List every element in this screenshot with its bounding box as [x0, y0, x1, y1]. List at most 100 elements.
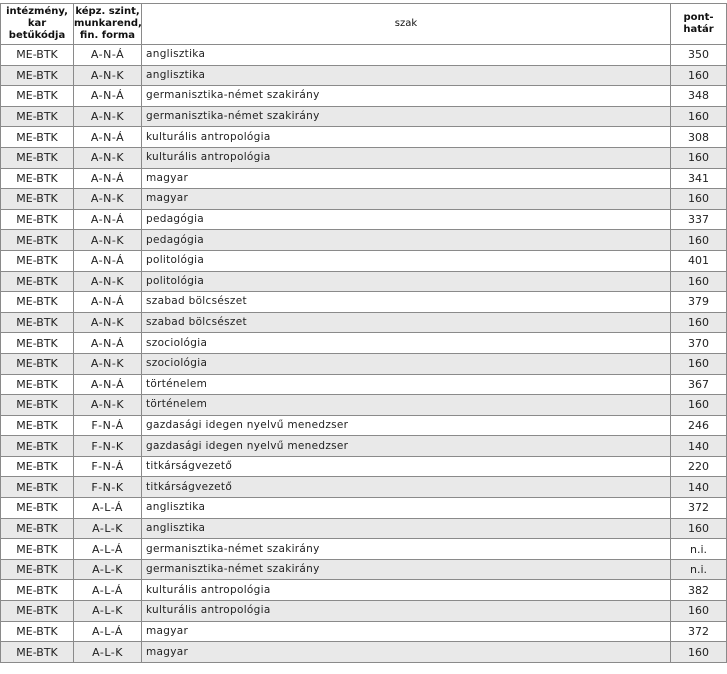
points-cell: 160: [670, 311, 727, 334]
points-cell: 372: [670, 620, 727, 643]
table-row: ME-BTK A-N-K germanisztika-német szakirány…: [0, 105, 727, 128]
program-cell: anglisztika: [141, 497, 671, 519]
points-cell: 160: [670, 600, 727, 622]
points-cell: 160: [670, 517, 727, 540]
training-form-cell: F-N-K: [73, 476, 142, 499]
institution-cell: ME-BTK: [0, 332, 74, 354]
table-row: ME-BTK F-N-K gazdasági idegen nyelvű mened…: [0, 435, 727, 457]
training-form-cell: A-L-Á: [73, 620, 142, 643]
points-cell: 160: [670, 64, 727, 87]
institution-cell: ME-BTK: [0, 229, 74, 251]
table-header-row: intézmény, kar betűkódja képz. szint, mu…: [0, 3, 727, 45]
points-cell: 308: [670, 126, 727, 148]
header-training-form: képz. szint, munkarend, fin. forma: [73, 3, 142, 45]
training-form-cell: A-N-K: [73, 64, 142, 87]
points-cell: 341: [670, 167, 727, 190]
training-form-cell: A-N-Á: [73, 208, 142, 231]
institution-cell: ME-BTK: [0, 64, 74, 87]
institution-cell: ME-BTK: [0, 558, 74, 581]
training-form-cell: A-L-K: [73, 600, 142, 622]
training-form-cell: A-N-Á: [73, 249, 142, 272]
training-form-cell: A-L-Á: [73, 497, 142, 519]
table-row: ME-BTK F-N-Á titkárságvezető 220: [0, 455, 727, 478]
table-row: ME-BTK A-N-Á szabad bölcsészet 379: [0, 291, 727, 313]
table-row: ME-BTK A-L-Á anglisztika 372: [0, 497, 727, 519]
institution-cell: ME-BTK: [0, 435, 74, 457]
points-cell: n.i.: [670, 538, 727, 560]
program-cell: politológia: [141, 249, 671, 272]
institution-cell: ME-BTK: [0, 270, 74, 293]
header-institution: intézmény, kar betűkódja: [0, 3, 74, 45]
admission-scores-table: intézmény, kar betűkódja képz. szint, mu…: [0, 3, 727, 663]
program-cell: szociológia: [141, 352, 671, 375]
training-form-cell: A-N-K: [73, 270, 142, 293]
table-row: ME-BTK A-L-K magyar 160: [0, 641, 727, 663]
institution-cell: ME-BTK: [0, 126, 74, 148]
institution-cell: ME-BTK: [0, 85, 74, 107]
table-row: ME-BTK A-N-Á politológia 401: [0, 249, 727, 272]
header-program: szak: [141, 3, 671, 45]
program-cell: történelem: [141, 394, 671, 416]
table-row: ME-BTK A-N-Á szociológia 370: [0, 332, 727, 354]
points-cell: 372: [670, 497, 727, 519]
table-row: ME-BTK A-L-Á kulturális antropológia 382: [0, 579, 727, 602]
table-row: ME-BTK A-N-Á pedagógia 337: [0, 208, 727, 231]
training-form-cell: A-L-Á: [73, 538, 142, 560]
table-row: ME-BTK A-N-K kulturális antropológia 160: [0, 146, 727, 169]
points-cell: 382: [670, 579, 727, 602]
points-cell: 160: [670, 270, 727, 293]
institution-cell: ME-BTK: [0, 620, 74, 643]
training-form-cell: A-N-K: [73, 229, 142, 251]
training-form-cell: A-N-Á: [73, 332, 142, 354]
program-cell: germanisztika-német szakirány: [141, 558, 671, 581]
program-cell: pedagógia: [141, 229, 671, 251]
program-cell: germanisztika-német szakirány: [141, 85, 671, 107]
institution-cell: ME-BTK: [0, 517, 74, 540]
program-cell: magyar: [141, 620, 671, 643]
header-points: pont-határ: [670, 3, 727, 45]
program-cell: germanisztika-német szakirány: [141, 538, 671, 560]
program-cell: kulturális antropológia: [141, 579, 671, 602]
training-form-cell: A-N-K: [73, 105, 142, 128]
institution-cell: ME-BTK: [0, 249, 74, 272]
training-form-cell: A-N-Á: [73, 44, 142, 66]
points-cell: 160: [670, 394, 727, 416]
training-form-cell: F-N-Á: [73, 455, 142, 478]
training-form-cell: A-N-Á: [73, 373, 142, 396]
table-row: ME-BTK A-N-K anglisztika 160: [0, 64, 727, 87]
points-cell: n.i.: [670, 558, 727, 581]
points-cell: 160: [670, 641, 727, 663]
table-row: ME-BTK A-L-Á magyar 372: [0, 620, 727, 643]
training-form-cell: A-L-K: [73, 558, 142, 581]
program-cell: magyar: [141, 167, 671, 190]
program-cell: germanisztika-német szakirány: [141, 105, 671, 128]
institution-cell: ME-BTK: [0, 105, 74, 128]
table-row: ME-BTK A-N-Á anglisztika 350: [0, 44, 727, 66]
institution-cell: ME-BTK: [0, 146, 74, 169]
training-form-cell: A-N-K: [73, 352, 142, 375]
table-row: ME-BTK A-N-Á kulturális antropológia 308: [0, 126, 727, 148]
points-cell: 379: [670, 291, 727, 313]
institution-cell: ME-BTK: [0, 373, 74, 396]
training-form-cell: F-N-Á: [73, 414, 142, 437]
table-row: ME-BTK A-L-Á germanisztika-német szakirány…: [0, 538, 727, 560]
points-cell: 140: [670, 476, 727, 499]
training-form-cell: A-N-K: [73, 311, 142, 334]
program-cell: gazdasági idegen nyelvű menedzser: [141, 414, 671, 437]
program-cell: kulturális antropológia: [141, 146, 671, 169]
program-cell: szabad bölcsészet: [141, 291, 671, 313]
program-cell: politológia: [141, 270, 671, 293]
table-row: ME-BTK A-N-Á germanisztika-német szakirány…: [0, 85, 727, 107]
training-form-cell: A-N-K: [73, 394, 142, 416]
institution-cell: ME-BTK: [0, 455, 74, 478]
program-cell: anglisztika: [141, 64, 671, 87]
institution-cell: ME-BTK: [0, 600, 74, 622]
program-cell: történelem: [141, 373, 671, 396]
table-row: ME-BTK A-N-K politológia 160: [0, 270, 727, 293]
institution-cell: ME-BTK: [0, 476, 74, 499]
institution-cell: ME-BTK: [0, 579, 74, 602]
table-row: ME-BTK A-L-K kulturális antropológia 160: [0, 600, 727, 622]
program-cell: magyar: [141, 188, 671, 210]
training-form-cell: F-N-K: [73, 435, 142, 457]
training-form-cell: A-N-Á: [73, 126, 142, 148]
